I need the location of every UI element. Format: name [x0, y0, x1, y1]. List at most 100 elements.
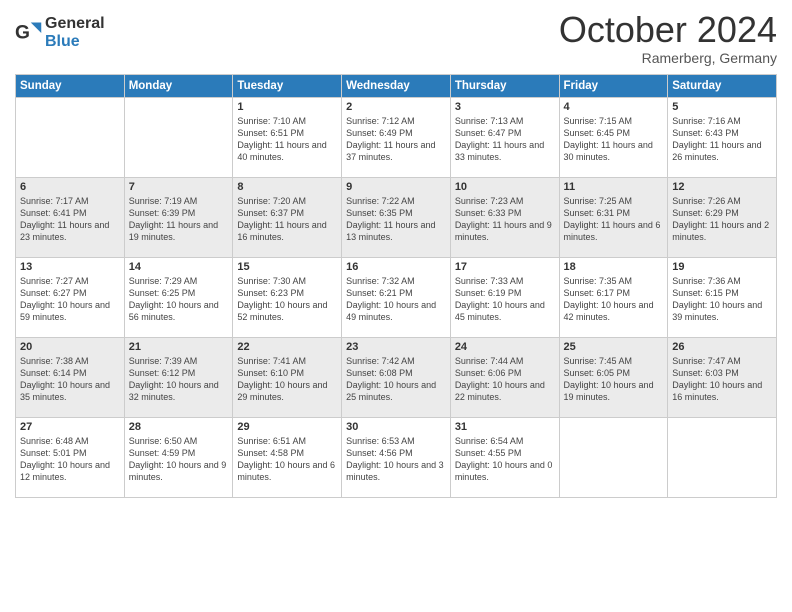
day-number: 1	[237, 101, 337, 113]
calendar-cell: 1 Sunrise: 7:10 AMSunset: 6:51 PMDaylight…	[233, 97, 342, 177]
logo-icon: G	[15, 19, 43, 47]
calendar-table: SundayMondayTuesdayWednesdayThursdayFrid…	[15, 74, 777, 498]
calendar-cell: 12 Sunrise: 7:26 AMSunset: 6:29 PMDayligh…	[668, 177, 777, 257]
day-number: 22	[237, 341, 337, 353]
calendar-cell: 9Sunrise: 7:22 AMSunset: 6:35 PMDaylight…	[342, 177, 451, 257]
calendar-cell	[668, 417, 777, 497]
day-number: 20	[20, 341, 120, 353]
day-number: 17	[455, 261, 555, 273]
day-number: 4	[564, 101, 664, 113]
day-number: 19	[672, 261, 772, 273]
calendar-cell: 21Sunrise: 7:39 AMSunset: 6:12 PMDayligh…	[124, 337, 233, 417]
day-header-friday: Friday	[559, 74, 668, 97]
cell-info: Sunrise: 7:38 AMSunset: 6:14 PMDaylight:…	[20, 355, 120, 404]
day-number: 14	[129, 261, 229, 273]
cell-info: Sunrise: 7:44 AMSunset: 6:06 PMDaylight:…	[455, 355, 555, 404]
cell-info: Sunrise: 7:42 AMSunset: 6:08 PMDaylight:…	[346, 355, 446, 404]
calendar-cell: 22 Sunrise: 7:41 AMSunset: 6:10 PMDayligh…	[233, 337, 342, 417]
calendar-page: G General Blue October 2024 Ramerberg, G…	[0, 0, 792, 612]
cell-info: Sunrise: 7:45 AMSunset: 6:05 PMDaylight:…	[564, 355, 664, 404]
day-number: 7	[129, 181, 229, 193]
cell-info: Sunrise: 7:20 AMSunset: 6:37 PMDaylight:…	[237, 195, 337, 244]
month-title: October 2024	[559, 10, 777, 50]
calendar-row: 20 Sunrise: 7:38 AMSunset: 6:14 PMDayligh…	[16, 337, 777, 417]
day-number: 12	[672, 181, 772, 193]
cell-info: Sunrise: 7:23 AMSunset: 6:33 PMDaylight:…	[455, 195, 555, 244]
cell-info: Sunrise: 6:54 AMSunset: 4:55 PMDaylight:…	[455, 435, 555, 484]
header: G General Blue October 2024 Ramerberg, G…	[15, 10, 777, 66]
day-number: 13	[20, 261, 120, 273]
calendar-cell	[124, 97, 233, 177]
cell-info: Sunrise: 7:33 AMSunset: 6:19 PMDaylight:…	[455, 275, 555, 324]
svg-text:G: G	[15, 22, 30, 43]
cell-info: Sunrise: 6:53 AMSunset: 4:56 PMDaylight:…	[346, 435, 446, 484]
calendar-cell: 23 Sunrise: 7:42 AMSunset: 6:08 PMDayligh…	[342, 337, 451, 417]
location-subtitle: Ramerberg, Germany	[559, 50, 777, 66]
calendar-cell: 29 Sunrise: 6:51 AMSunset: 4:58 PMDayligh…	[233, 417, 342, 497]
cell-info: Sunrise: 7:10 AMSunset: 6:51 PMDaylight:…	[237, 115, 337, 164]
calendar-cell: 6 Sunrise: 7:17 AMSunset: 6:41 PMDaylight…	[16, 177, 125, 257]
calendar-row: 13 Sunrise: 7:27 AMSunset: 6:27 PMDayligh…	[16, 257, 777, 337]
calendar-cell: 25 Sunrise: 7:45 AMSunset: 6:05 PMDayligh…	[559, 337, 668, 417]
day-number: 24	[455, 341, 555, 353]
title-block: October 2024 Ramerberg, Germany	[559, 10, 777, 66]
calendar-cell: 15Sunrise: 7:30 AMSunset: 6:23 PMDayligh…	[233, 257, 342, 337]
day-number: 5	[672, 101, 772, 113]
logo: G General Blue	[15, 15, 105, 50]
calendar-cell: 14Sunrise: 7:29 AMSunset: 6:25 PMDayligh…	[124, 257, 233, 337]
day-number: 11	[564, 181, 664, 193]
calendar-cell: 31Sunrise: 6:54 AMSunset: 4:55 PMDayligh…	[450, 417, 559, 497]
calendar-cell: 17 Sunrise: 7:33 AMSunset: 6:19 PMDayligh…	[450, 257, 559, 337]
cell-info: Sunrise: 7:36 AMSunset: 6:15 PMDaylight:…	[672, 275, 772, 324]
calendar-cell: 24 Sunrise: 7:44 AMSunset: 6:06 PMDayligh…	[450, 337, 559, 417]
day-number: 10	[455, 181, 555, 193]
cell-info: Sunrise: 7:13 AMSunset: 6:47 PMDaylight:…	[455, 115, 555, 164]
day-number: 27	[20, 421, 120, 433]
day-number: 25	[564, 341, 664, 353]
cell-info: Sunrise: 7:19 AMSunset: 6:39 PMDaylight:…	[129, 195, 229, 244]
calendar-cell: 5Sunrise: 7:16 AMSunset: 6:43 PMDaylight…	[668, 97, 777, 177]
day-header-saturday: Saturday	[668, 74, 777, 97]
calendar-cell: 13 Sunrise: 7:27 AMSunset: 6:27 PMDayligh…	[16, 257, 125, 337]
cell-info: Sunrise: 7:32 AMSunset: 6:21 PMDaylight:…	[346, 275, 446, 324]
calendar-cell: 18Sunrise: 7:35 AMSunset: 6:17 PMDayligh…	[559, 257, 668, 337]
cell-info: Sunrise: 7:47 AMSunset: 6:03 PMDaylight:…	[672, 355, 772, 404]
cell-info: Sunrise: 7:41 AMSunset: 6:10 PMDaylight:…	[237, 355, 337, 404]
calendar-cell	[16, 97, 125, 177]
calendar-row: 6 Sunrise: 7:17 AMSunset: 6:41 PMDaylight…	[16, 177, 777, 257]
day-number: 28	[129, 421, 229, 433]
calendar-row: 27 Sunrise: 6:48 AMSunset: 5:01 PMDayligh…	[16, 417, 777, 497]
day-number: 8	[237, 181, 337, 193]
calendar-cell: 8 Sunrise: 7:20 AMSunset: 6:37 PMDaylight…	[233, 177, 342, 257]
calendar-cell: 3 Sunrise: 7:13 AMSunset: 6:47 PMDaylight…	[450, 97, 559, 177]
calendar-cell: 4Sunrise: 7:15 AMSunset: 6:45 PMDaylight…	[559, 97, 668, 177]
day-number: 23	[346, 341, 446, 353]
day-header-monday: Monday	[124, 74, 233, 97]
cell-info: Sunrise: 7:35 AMSunset: 6:17 PMDaylight:…	[564, 275, 664, 324]
day-number: 29	[237, 421, 337, 433]
calendar-cell: 16Sunrise: 7:32 AMSunset: 6:21 PMDayligh…	[342, 257, 451, 337]
day-number: 2	[346, 101, 446, 113]
day-number: 30	[346, 421, 446, 433]
calendar-cell: 30 Sunrise: 6:53 AMSunset: 4:56 PMDayligh…	[342, 417, 451, 497]
calendar-cell: 27 Sunrise: 6:48 AMSunset: 5:01 PMDayligh…	[16, 417, 125, 497]
calendar-cell: 20 Sunrise: 7:38 AMSunset: 6:14 PMDayligh…	[16, 337, 125, 417]
cell-info: Sunrise: 7:39 AMSunset: 6:12 PMDaylight:…	[129, 355, 229, 404]
cell-info: Sunrise: 7:26 AMSunset: 6:29 PMDaylight:…	[672, 195, 772, 244]
cell-info: Sunrise: 6:51 AMSunset: 4:58 PMDaylight:…	[237, 435, 337, 484]
calendar-cell: 2Sunrise: 7:12 AMSunset: 6:49 PMDaylight…	[342, 97, 451, 177]
day-number: 3	[455, 101, 555, 113]
calendar-cell	[559, 417, 668, 497]
calendar-cell: 11Sunrise: 7:25 AMSunset: 6:31 PMDayligh…	[559, 177, 668, 257]
cell-info: Sunrise: 7:27 AMSunset: 6:27 PMDaylight:…	[20, 275, 120, 324]
cell-info: Sunrise: 7:17 AMSunset: 6:41 PMDaylight:…	[20, 195, 120, 244]
day-number: 9	[346, 181, 446, 193]
calendar-cell: 10 Sunrise: 7:23 AMSunset: 6:33 PMDayligh…	[450, 177, 559, 257]
calendar-cell: 7 Sunrise: 7:19 AMSunset: 6:39 PMDaylight…	[124, 177, 233, 257]
logo-text: General Blue	[45, 15, 105, 50]
day-number: 6	[20, 181, 120, 193]
calendar-row: 1 Sunrise: 7:10 AMSunset: 6:51 PMDaylight…	[16, 97, 777, 177]
day-header-sunday: Sunday	[16, 74, 125, 97]
day-number: 26	[672, 341, 772, 353]
cell-info: Sunrise: 6:48 AMSunset: 5:01 PMDaylight:…	[20, 435, 120, 484]
